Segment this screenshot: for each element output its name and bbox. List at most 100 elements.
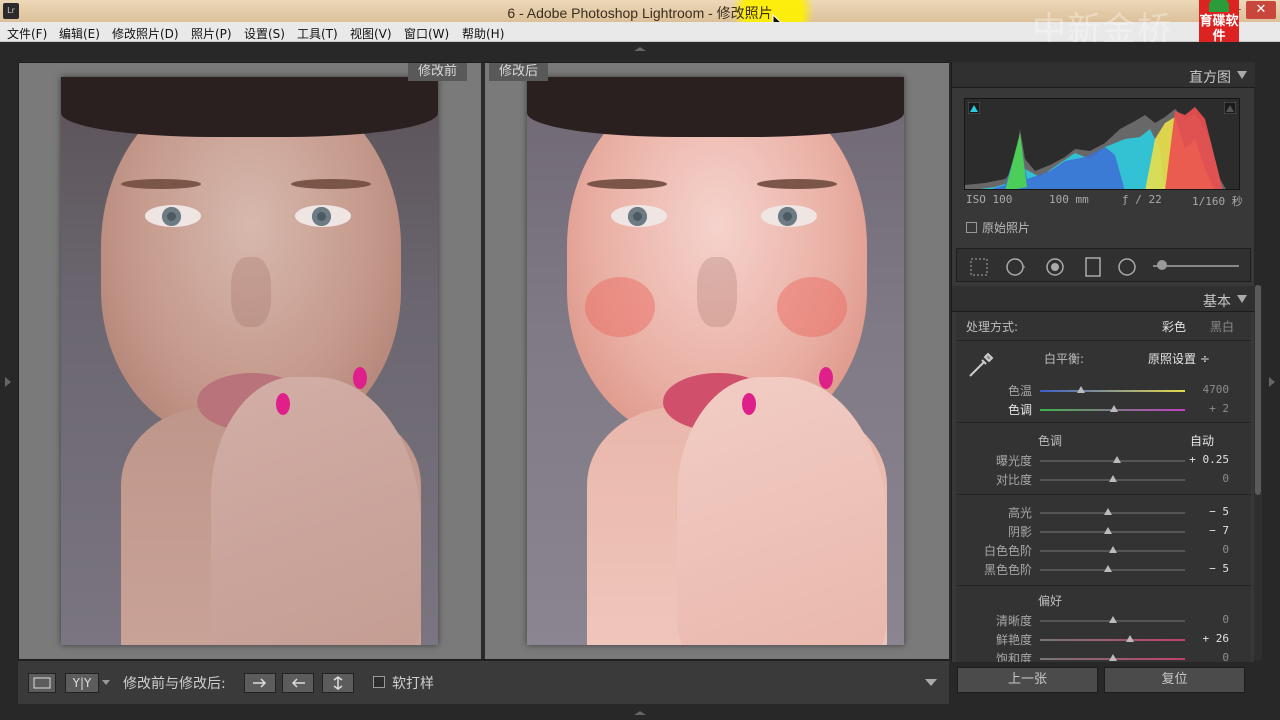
menu-photo[interactable]: 照片(P) bbox=[191, 25, 232, 42]
clarity-value[interactable]: 0 bbox=[1222, 613, 1229, 626]
tone-auto-button[interactable]: 自动 bbox=[1190, 432, 1214, 449]
temp-slider-label: 色温 bbox=[1007, 384, 1032, 398]
vibrance-value[interactable]: + 26 bbox=[1203, 632, 1230, 645]
histogram-header[interactable]: 直方图 bbox=[952, 62, 1255, 88]
compare-yy-button[interactable]: Y|Y bbox=[65, 673, 99, 693]
divider bbox=[956, 494, 1251, 495]
shadows-slider-knob[interactable] bbox=[1104, 527, 1113, 534]
vibrance-slider[interactable] bbox=[1040, 639, 1185, 641]
eyedropper-icon[interactable] bbox=[966, 350, 996, 380]
lightroom-window: Lr 6 - Adobe Photoshop Lightroom - 修改照片 … bbox=[0, 0, 1280, 720]
brush-size-knob[interactable] bbox=[1157, 260, 1167, 270]
shadows-slider-label: 阴影 bbox=[1007, 525, 1032, 539]
iso-value: ISO 100 bbox=[966, 193, 1013, 206]
left-panel-toggle-icon[interactable] bbox=[4, 376, 12, 388]
highlights-value[interactable]: − 5 bbox=[1209, 505, 1229, 518]
focal-length-value: 100 mm bbox=[1049, 193, 1089, 206]
temp-slider[interactable] bbox=[1040, 390, 1185, 392]
chevron-down-icon[interactable] bbox=[1237, 71, 1247, 79]
previous-button[interactable]: 上一张 bbox=[957, 667, 1098, 693]
left-brow bbox=[587, 179, 667, 189]
blacks-slider-knob[interactable] bbox=[1104, 565, 1113, 572]
original-photo-checkbox[interactable] bbox=[966, 222, 977, 233]
menu-help[interactable]: 帮助(H) bbox=[462, 25, 504, 42]
shadows-slider[interactable] bbox=[1040, 531, 1185, 533]
presence-section-label: 偏好 bbox=[1038, 594, 1063, 608]
after-pane[interactable]: 修改后 bbox=[485, 63, 949, 659]
contrast-slider-knob[interactable] bbox=[1108, 475, 1117, 482]
white-balance-label: 白平衡: bbox=[1044, 352, 1085, 366]
highlight-clipping-icon[interactable] bbox=[1224, 102, 1236, 114]
menu-tools[interactable]: 工具(T) bbox=[297, 25, 338, 42]
left-eye bbox=[611, 205, 667, 227]
shadows-value[interactable]: − 7 bbox=[1209, 524, 1229, 537]
close-button[interactable]: ✕ bbox=[1246, 1, 1276, 19]
red-eye-tool-icon[interactable] bbox=[1045, 257, 1065, 277]
blacks-slider[interactable] bbox=[1040, 569, 1185, 571]
highlights-slider[interactable] bbox=[1040, 512, 1185, 514]
before-photo[interactable] bbox=[61, 77, 438, 645]
right-panel-toggle-icon[interactable] bbox=[1268, 376, 1276, 388]
right-brow bbox=[291, 179, 371, 189]
tint-value[interactable]: + 2 bbox=[1209, 402, 1229, 415]
blacks-slider-label: 黑色色阶 bbox=[983, 563, 1032, 577]
exposure-slider-knob[interactable] bbox=[1112, 456, 1121, 463]
treatment-color-option[interactable]: 彩色 bbox=[1162, 318, 1186, 335]
loupe-view-button[interactable] bbox=[28, 673, 56, 693]
bottom-panel-toggle-icon[interactable] bbox=[633, 710, 647, 716]
menu-file[interactable]: 文件(F) bbox=[7, 25, 47, 42]
soft-proof-checkbox[interactable] bbox=[373, 676, 385, 688]
menu-window[interactable]: 窗口(W) bbox=[404, 25, 449, 42]
menu-edit[interactable]: 编辑(E) bbox=[59, 25, 100, 42]
treatment-bw-option[interactable]: 黑白 bbox=[1210, 318, 1234, 335]
before-label: 修改前 bbox=[407, 63, 467, 81]
exposure-value[interactable]: + 0.25 bbox=[1189, 453, 1229, 466]
chevron-down-icon[interactable] bbox=[1237, 295, 1247, 303]
saturation-slider-knob[interactable] bbox=[1108, 654, 1117, 661]
spot-removal-tool-icon[interactable] bbox=[1005, 257, 1025, 277]
contrast-value[interactable]: 0 bbox=[1222, 472, 1229, 485]
right-eye bbox=[295, 205, 351, 227]
blacks-value[interactable]: − 5 bbox=[1209, 562, 1229, 575]
copy-before-to-after-button[interactable] bbox=[244, 673, 276, 693]
histogram[interactable] bbox=[964, 98, 1240, 190]
basic-header[interactable]: 基本 bbox=[952, 286, 1255, 312]
panel-scrollbar[interactable] bbox=[1254, 285, 1262, 660]
tint-slider-knob[interactable] bbox=[1109, 405, 1118, 412]
reset-button[interactable]: 复位 bbox=[1104, 667, 1245, 693]
before-after-view: 修改前 修改后 bbox=[18, 62, 949, 660]
whites-value[interactable]: 0 bbox=[1222, 543, 1229, 556]
graduated-filter-icon[interactable] bbox=[1083, 257, 1103, 277]
toolbar-options-chevron-icon[interactable] bbox=[925, 679, 937, 686]
temp-value[interactable]: 4700 bbox=[1203, 383, 1230, 396]
swap-before-after-button[interactable] bbox=[322, 673, 354, 693]
compare-mode-dropdown-icon[interactable] bbox=[102, 680, 110, 686]
crop-tool-icon[interactable] bbox=[969, 257, 989, 277]
histogram-title: 直方图 bbox=[1189, 70, 1231, 86]
tone-section-label: 色调 bbox=[1038, 434, 1063, 448]
whites-slider-knob[interactable] bbox=[1108, 546, 1117, 553]
copy-after-to-before-button[interactable] bbox=[282, 673, 314, 693]
vibrance-slider-knob[interactable] bbox=[1125, 635, 1134, 642]
nail bbox=[276, 393, 290, 415]
menu-settings[interactable]: 设置(S) bbox=[244, 25, 285, 42]
before-pane[interactable]: 修改前 bbox=[19, 63, 481, 659]
nose bbox=[697, 257, 737, 327]
divider bbox=[956, 340, 1251, 341]
left-brow bbox=[121, 179, 201, 189]
menu-develop[interactable]: 修改照片(D) bbox=[112, 25, 179, 42]
menu-view[interactable]: 视图(V) bbox=[350, 25, 392, 42]
white-balance-dropdown[interactable]: 原照设置 ÷ bbox=[1148, 350, 1210, 367]
top-panel-toggle-icon[interactable] bbox=[633, 46, 647, 52]
clarity-slider-knob[interactable] bbox=[1108, 616, 1117, 623]
shadow-clipping-icon[interactable] bbox=[968, 102, 980, 114]
highlights-slider-knob[interactable] bbox=[1104, 508, 1113, 515]
watermark-logo: 育碟软件 bbox=[1199, 0, 1239, 46]
radial-filter-icon[interactable] bbox=[1117, 257, 1137, 277]
swap-icon bbox=[333, 676, 343, 690]
temp-slider-knob[interactable] bbox=[1076, 386, 1085, 393]
saturation-value[interactable]: 0 bbox=[1222, 651, 1229, 662]
whites-slider-label: 白色色阶 bbox=[983, 544, 1032, 558]
clarity-slider-label: 清晰度 bbox=[995, 614, 1032, 628]
after-photo[interactable] bbox=[527, 77, 904, 645]
